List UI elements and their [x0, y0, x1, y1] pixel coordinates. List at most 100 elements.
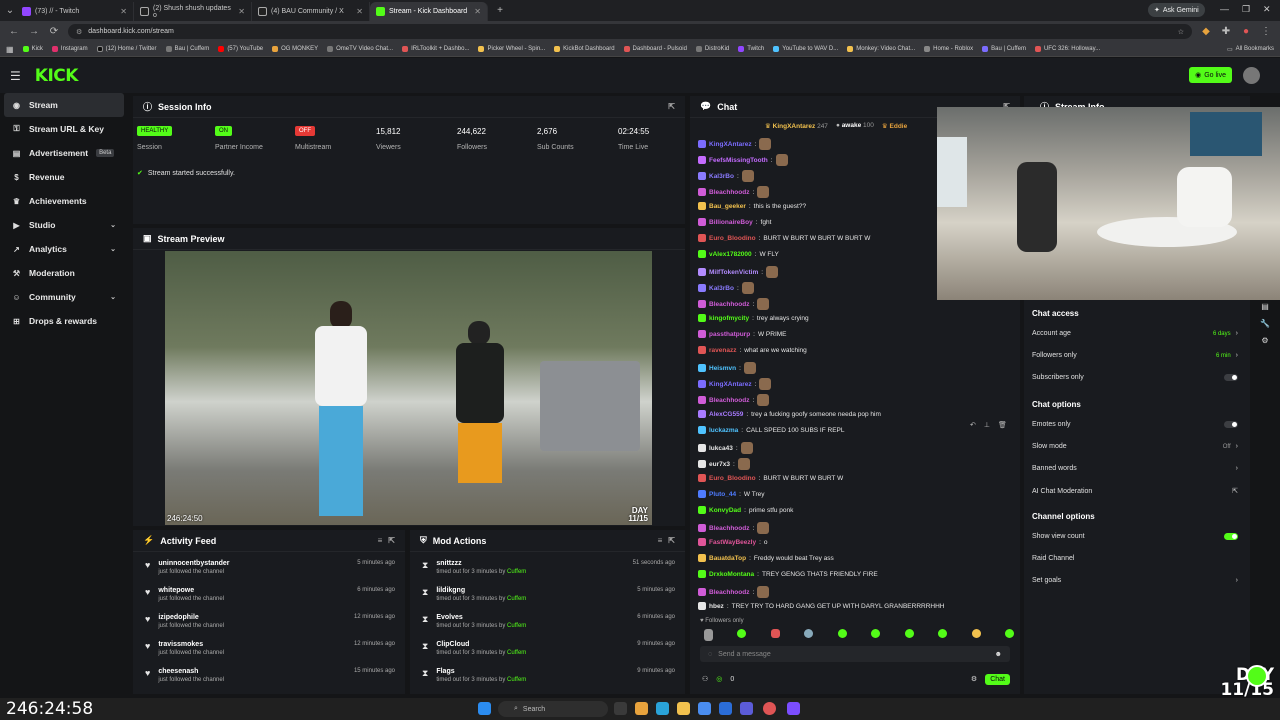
- gear-icon[interactable]: ⚙: [1261, 336, 1268, 345]
- user-avatar[interactable]: [1243, 67, 1260, 84]
- raid-channel-row[interactable]: Raid Channel: [1032, 555, 1238, 562]
- taskview-icon[interactable]: [614, 702, 627, 715]
- chat-username[interactable]: hbez: [709, 603, 724, 610]
- bookmark-item[interactable]: Kick: [22, 46, 43, 52]
- emote-icon[interactable]: [804, 629, 814, 638]
- emotes-only-toggle[interactable]: [1224, 421, 1238, 428]
- browser-tab-x-updates[interactable]: (2) Shush shush updates o ✕: [134, 2, 252, 21]
- windows-start-icon[interactable]: [478, 702, 491, 715]
- chat-username[interactable]: MilfTokenVictim: [709, 269, 758, 276]
- bookmark-item[interactable]: Bau | Cuffem: [982, 46, 1026, 52]
- chat-username[interactable]: DrxkoMontana: [709, 571, 754, 578]
- popout-icon[interactable]: ⇱: [388, 536, 395, 545]
- chrome-icon[interactable]: [763, 702, 776, 715]
- back-icon[interactable]: ←: [8, 26, 20, 37]
- chat-username[interactable]: luckazma: [709, 427, 738, 434]
- delete-icon[interactable]: 🗑: [998, 421, 1007, 429]
- bookmark-item[interactable]: DistroKid: [695, 46, 729, 52]
- chat-username[interactable]: Bleachhoodz: [709, 301, 749, 308]
- chat-username[interactable]: kingofmycity: [709, 315, 749, 322]
- popout-icon[interactable]: ⇱: [668, 536, 675, 545]
- app-icon[interactable]: [740, 702, 753, 715]
- pin-icon[interactable]: ⊥: [984, 421, 990, 429]
- mail-icon[interactable]: [719, 702, 732, 715]
- bookmark-item[interactable]: UFC 326: Holloway...: [1034, 46, 1100, 52]
- chat-username[interactable]: Bleachhoodz: [709, 189, 749, 196]
- browser-tab-x-community[interactable]: (4) BAU Community / X ✕: [252, 2, 370, 21]
- bookmark-item[interactable]: YouTube to WAV D...: [773, 46, 838, 52]
- bookmark-item[interactable]: KickBot Dashboard: [554, 46, 615, 52]
- emote-icon[interactable]: [904, 629, 914, 638]
- bookmark-item[interactable]: Bau | Cuffem: [165, 46, 209, 52]
- chat-username[interactable]: AlexCG559: [709, 411, 743, 418]
- new-tab-icon[interactable]: +: [494, 5, 506, 16]
- sidebar-item-achievements[interactable]: ♛ Achievements: [0, 189, 128, 213]
- close-tab-icon[interactable]: ✕: [120, 7, 127, 16]
- chat-username[interactable]: Heismvn: [709, 365, 736, 372]
- bookmark-item[interactable]: OmeTV Video Chat...: [327, 46, 393, 52]
- sidebar-item-community[interactable]: ☺ Community ⌄: [0, 285, 128, 309]
- all-bookmarks[interactable]: ▭ All Bookmarks: [1227, 46, 1274, 53]
- chat-username[interactable]: Bleachhoodz: [709, 397, 749, 404]
- bookmark-item[interactable]: IRLToolkit + Dashbo...: [402, 46, 469, 52]
- emote-icon[interactable]: [1004, 629, 1014, 638]
- popout-icon[interactable]: ⇱: [668, 102, 675, 111]
- chat-username[interactable]: BillionaireBoy: [709, 219, 753, 226]
- hamburger-menu-icon[interactable]: ☰: [10, 69, 21, 83]
- chat-username[interactable]: passthatpurp: [709, 331, 750, 338]
- bookmark-item[interactable]: Twitch: [738, 46, 764, 52]
- reply-icon[interactable]: ↶: [970, 421, 976, 429]
- followers-only-row[interactable]: Followers only 6 min ›: [1032, 352, 1238, 359]
- bookmark-item[interactable]: (57) YouTube: [218, 46, 263, 52]
- show-view-count-toggle[interactable]: [1224, 533, 1238, 540]
- gifter-rank[interactable]: ♛ KingXAntarez 247: [765, 122, 828, 130]
- sidebar-item-drops-rewards[interactable]: ⊞ Drops & rewards: [0, 309, 128, 333]
- chat-username[interactable]: FastWayBeezly: [709, 539, 756, 546]
- close-tab-icon[interactable]: ✕: [474, 7, 481, 16]
- store-icon[interactable]: [698, 702, 711, 715]
- wrench-icon[interactable]: 🔧: [1260, 319, 1270, 328]
- close-window-icon[interactable]: ✕: [1263, 4, 1271, 15]
- bookmark-item[interactable]: Dashboard - Pulsoid: [623, 46, 687, 52]
- chat-username[interactable]: Kal3rBo: [709, 173, 734, 180]
- forward-icon[interactable]: →: [28, 26, 40, 37]
- close-tab-icon[interactable]: ✕: [356, 7, 363, 16]
- points-icon[interactable]: ⚇: [702, 675, 708, 683]
- emote-icon[interactable]: [971, 629, 981, 638]
- bookmark-item[interactable]: OG MONKEY: [272, 46, 318, 52]
- sidebar-item-studio[interactable]: ▶ Studio ⌄: [0, 213, 128, 237]
- ai-moderation-row[interactable]: AI Chat Moderation ⇱: [1032, 487, 1238, 496]
- go-live-button[interactable]: ◉ Go live: [1189, 67, 1232, 83]
- sidebar-item-stream-url-key[interactable]: ⚿ Stream URL & Key: [0, 117, 128, 141]
- app-icon[interactable]: [787, 702, 800, 715]
- chat-username[interactable]: FeefsMissingTooth: [709, 157, 768, 164]
- emote-icon[interactable]: [837, 629, 847, 638]
- emoji-icon[interactable]: ☻: [995, 651, 1002, 658]
- browser-tab-twitch[interactable]: (73) // - Twitch ✕: [16, 2, 134, 21]
- ask-gemini-button[interactable]: ✦ Ask Gemini: [1148, 3, 1205, 17]
- browser-menu-icon[interactable]: ⋮: [1260, 26, 1272, 37]
- sidebar-item-moderation[interactable]: ⚒ Moderation: [0, 261, 128, 285]
- profile-icon[interactable]: ●: [1240, 26, 1252, 37]
- subscribers-only-toggle[interactable]: [1224, 374, 1238, 381]
- taskbar-search[interactable]: ⌕ Search: [498, 701, 608, 717]
- account-age-row[interactable]: Account age 6 days ›: [1032, 330, 1238, 337]
- screen-icon[interactable]: ▤: [1261, 302, 1269, 311]
- sidebar-item-analytics[interactable]: ↗ Analytics ⌄: [0, 237, 128, 261]
- explorer-icon[interactable]: [677, 702, 690, 715]
- filter-icon[interactable]: ≡: [378, 536, 383, 545]
- kick-logo[interactable]: KICK: [35, 66, 79, 86]
- widgets-icon[interactable]: [635, 702, 648, 715]
- bookmark-item[interactable]: Instagram: [51, 46, 88, 52]
- sidebar-item-stream[interactable]: ◉ Stream: [4, 93, 124, 117]
- chat-username[interactable]: Bleachhoodz: [709, 589, 749, 596]
- chat-input[interactable]: ◌ Send a message ☻: [700, 646, 1010, 662]
- sidebar-item-revenue[interactable]: $ Revenue: [0, 165, 128, 189]
- apps-grid-icon[interactable]: ▦: [6, 45, 14, 54]
- stream-camera-feed[interactable]: [937, 107, 1280, 300]
- chat-username[interactable]: lukca43: [709, 445, 733, 452]
- sidebar-item-advertisement[interactable]: ▤ Advertisement Beta: [0, 141, 128, 165]
- extension-icon[interactable]: ◆: [1200, 26, 1212, 37]
- chat-username[interactable]: KingXAntarez: [709, 141, 752, 148]
- stream-preview-video[interactable]: 246:24:50 DAY 11/15: [165, 251, 652, 525]
